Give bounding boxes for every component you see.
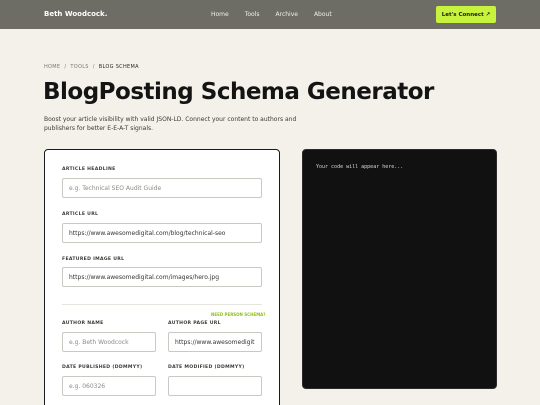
section-divider <box>62 304 262 305</box>
headline-label: ARTICLE HEADLINE <box>62 167 116 172</box>
breadcrumb-separator: / <box>64 64 67 70</box>
breadcrumb: HOME / TOOLS / BLOG SCHEMA <box>44 64 139 70</box>
brand-logo[interactable]: Beth Woodcock. <box>44 10 107 18</box>
author-name-label: AUTHOR NAME <box>62 321 104 326</box>
top-nav: Beth Woodcock. Home Tools Archive About … <box>0 0 540 29</box>
nav-link-home[interactable]: Home <box>211 11 229 18</box>
breadcrumb-tools[interactable]: TOOLS <box>70 64 88 70</box>
code-output-panel[interactable]: Your code will appear here... <box>302 149 497 389</box>
lets-connect-button[interactable]: Let's Connect ↗ <box>436 6 496 23</box>
author-url-input[interactable]: https://www.awesomedigit <box>168 332 262 352</box>
nav-link-about[interactable]: About <box>314 11 332 18</box>
person-schema-link[interactable]: NEED PERSON SCHEMA? <box>211 312 266 317</box>
author-url-label: AUTHOR PAGE URL <box>168 321 221 326</box>
date-published-input[interactable]: e.g. 060326 <box>62 376 156 396</box>
date-modified-input[interactable] <box>168 376 262 396</box>
image-url-input[interactable]: https://www.awesomedigital.com/images/he… <box>62 267 262 287</box>
breadcrumb-current: BLOG SCHEMA <box>98 64 139 70</box>
nav-link-tools[interactable]: Tools <box>245 11 260 18</box>
article-url-input[interactable]: https://www.awesomedigital.com/blog/tech… <box>62 223 262 243</box>
date-published-label: DATE PUBLISHED (DDMMYY) <box>62 365 143 370</box>
date-modified-label: DATE MODIFIED (DDMMYY) <box>168 365 245 370</box>
schema-form-card: ARTICLE HEADLINE e.g. Technical SEO Audi… <box>44 149 280 405</box>
author-name-input[interactable]: e.g. Beth Woodcock <box>62 332 156 352</box>
code-placeholder: Your code will appear here... <box>316 164 404 170</box>
breadcrumb-home[interactable]: HOME <box>44 64 60 70</box>
image-url-label: FEATURED IMAGE URL <box>62 257 125 262</box>
page-subtitle: Boost your article visibility with valid… <box>44 116 297 132</box>
breadcrumb-separator: / <box>92 64 95 70</box>
page-title: BlogPosting Schema Generator <box>43 79 434 105</box>
headline-input[interactable]: e.g. Technical SEO Audit Guide <box>62 178 262 198</box>
article-url-label: ARTICLE URL <box>62 212 99 217</box>
nav-links: Home Tools Archive About <box>211 11 332 18</box>
nav-link-archive[interactable]: Archive <box>276 11 298 18</box>
